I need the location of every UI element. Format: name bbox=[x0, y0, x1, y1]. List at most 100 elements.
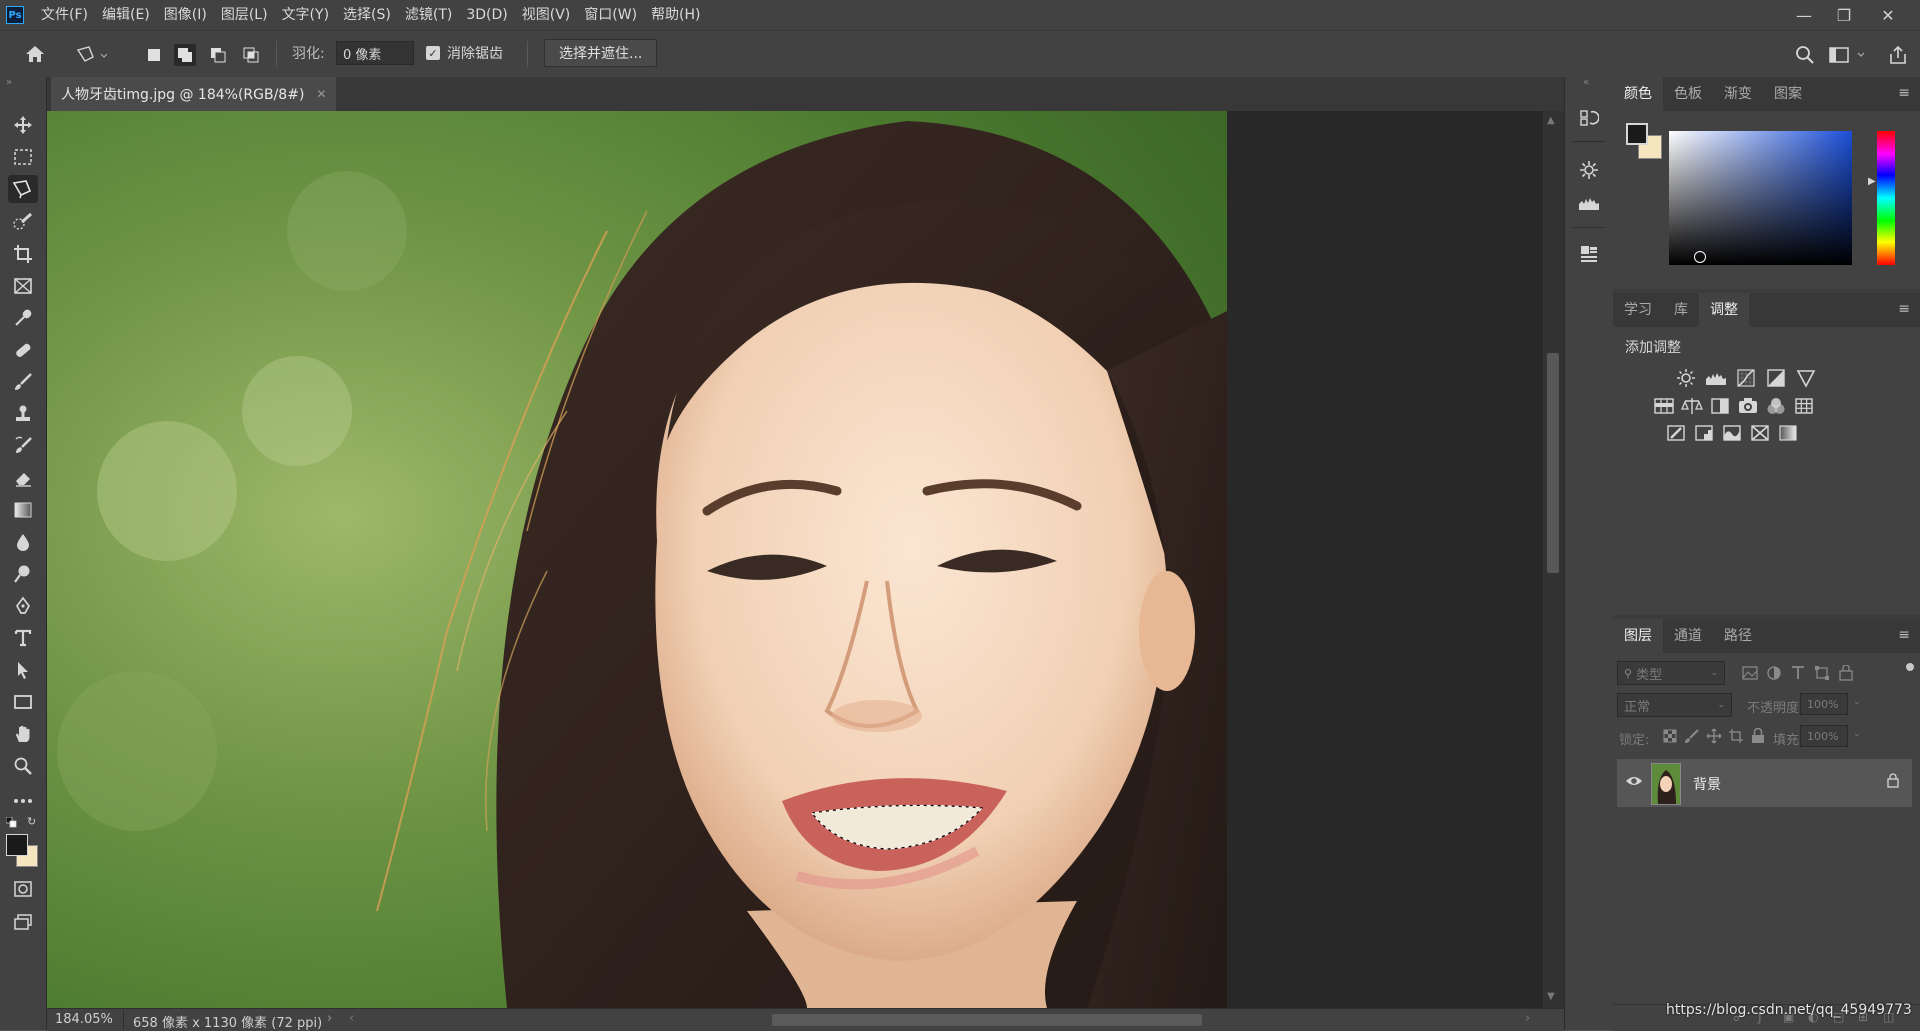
default-colors-icon[interactable] bbox=[5, 816, 17, 828]
close-tab-icon[interactable]: ✕ bbox=[316, 87, 326, 101]
hscroll-right-icon[interactable]: › bbox=[1525, 1011, 1530, 1026]
menu-file[interactable]: 文件(F) bbox=[34, 0, 95, 30]
lock-artboard-icon[interactable] bbox=[1725, 725, 1747, 747]
select-and-mask-button[interactable]: 选择并遮住... bbox=[544, 39, 658, 67]
quick-mask-icon[interactable] bbox=[8, 875, 38, 903]
layer-filter-select[interactable]: ⚲ 类型 ⌄ bbox=[1617, 661, 1725, 685]
antialias-checkbox[interactable]: ✓ bbox=[426, 46, 440, 60]
threshold-icon[interactable] bbox=[1721, 422, 1743, 444]
posterize-icon[interactable] bbox=[1693, 422, 1715, 444]
dodge-tool-icon[interactable] bbox=[8, 560, 38, 588]
tab-swatches[interactable]: 色板 bbox=[1663, 77, 1713, 111]
menu-edit[interactable]: 编辑(E) bbox=[95, 0, 157, 30]
screen-mode-icon[interactable] bbox=[8, 908, 38, 936]
blend-mode-select[interactable]: 正常 ⌄ bbox=[1617, 693, 1732, 717]
filter-pixel-icon[interactable] bbox=[1739, 662, 1761, 684]
tab-learn[interactable]: 学习 bbox=[1613, 293, 1663, 327]
opacity-dropdown-icon[interactable]: ⌄ bbox=[1853, 697, 1861, 707]
hue-slider-marker-icon[interactable]: ▶ bbox=[1868, 176, 1876, 187]
menu-filter[interactable]: 滤镜(T) bbox=[398, 0, 459, 30]
history-panel-icon[interactable] bbox=[1578, 107, 1600, 129]
document-image[interactable] bbox=[47, 111, 1543, 1008]
filter-type-icon[interactable] bbox=[1787, 662, 1809, 684]
vertical-scrollbar[interactable]: ▲ ▼ bbox=[1543, 111, 1564, 1008]
menu-help[interactable]: 帮助(H) bbox=[644, 0, 707, 30]
exposure-icon[interactable] bbox=[1765, 367, 1787, 389]
scroll-up-icon[interactable]: ▲ bbox=[1547, 115, 1555, 126]
polygonal-lasso-preset-icon[interactable] bbox=[74, 44, 108, 66]
tab-adjustments[interactable]: 调整 bbox=[1699, 293, 1749, 327]
menu-image[interactable]: 图像(I) bbox=[157, 0, 214, 30]
character-panel-icon[interactable] bbox=[1578, 243, 1600, 265]
properties-panel-icon[interactable] bbox=[1578, 159, 1600, 181]
menu-view[interactable]: 视图(V) bbox=[515, 0, 578, 30]
foreground-color-swatch[interactable] bbox=[6, 834, 28, 856]
color-field[interactable] bbox=[1669, 131, 1852, 265]
tab-channels[interactable]: 通道 bbox=[1663, 619, 1713, 653]
color-balance-icon[interactable] bbox=[1681, 395, 1703, 417]
fill-dropdown-icon[interactable]: ⌄ bbox=[1853, 729, 1861, 739]
new-selection-icon[interactable] bbox=[143, 44, 165, 66]
home-icon[interactable] bbox=[22, 41, 48, 67]
share-icon[interactable] bbox=[1886, 44, 1910, 66]
layer-row[interactable]: 背景 bbox=[1617, 759, 1912, 807]
minimize-icon[interactable]: — bbox=[1784, 0, 1824, 30]
scroll-down-icon[interactable]: ▼ bbox=[1547, 991, 1555, 1002]
photo-filter-icon[interactable] bbox=[1737, 395, 1759, 417]
frame-tool-icon[interactable] bbox=[8, 272, 38, 300]
add-to-selection-icon[interactable] bbox=[174, 44, 196, 66]
color-panel-menu-icon[interactable]: ≡ bbox=[1898, 85, 1910, 101]
gradient-tool-icon[interactable] bbox=[8, 496, 38, 524]
collapse-toolbar-icon[interactable]: » bbox=[6, 77, 12, 88]
history-brush-tool-icon[interactable] bbox=[8, 432, 38, 460]
filter-toggle-icon[interactable] bbox=[1906, 663, 1914, 671]
brush-tool-icon[interactable] bbox=[8, 368, 38, 396]
close-window-icon[interactable]: ✕ bbox=[1868, 0, 1908, 30]
zoom-readout[interactable]: 184.05% bbox=[55, 1012, 113, 1027]
feather-input[interactable]: 0 像素 bbox=[336, 41, 414, 65]
fill-input[interactable]: 100% bbox=[1800, 725, 1848, 747]
menu-layer[interactable]: 图层(L) bbox=[214, 0, 275, 30]
selective-color-icon[interactable] bbox=[1749, 422, 1771, 444]
quick-selection-tool-icon[interactable] bbox=[8, 208, 38, 236]
histogram-panel-icon[interactable] bbox=[1578, 192, 1600, 214]
gradient-map-icon[interactable] bbox=[1777, 422, 1799, 444]
hue-saturation-icon[interactable] bbox=[1653, 395, 1675, 417]
hscroll-left-icon[interactable]: ‹ bbox=[349, 1011, 354, 1026]
color-panel-foreground-swatch[interactable] bbox=[1626, 123, 1648, 145]
eraser-tool-icon[interactable] bbox=[8, 464, 38, 492]
zoom-tool-icon[interactable] bbox=[8, 752, 38, 780]
move-tool-icon[interactable] bbox=[8, 111, 38, 139]
restore-icon[interactable]: ❐ bbox=[1824, 0, 1864, 30]
layer-name[interactable]: 背景 bbox=[1693, 774, 1721, 794]
levels-icon[interactable] bbox=[1705, 367, 1727, 389]
subtract-from-selection-icon[interactable] bbox=[207, 44, 229, 66]
search-icon[interactable] bbox=[1792, 44, 1818, 66]
menu-select[interactable]: 选择(S) bbox=[336, 0, 398, 30]
layer-visibility-eye-icon[interactable] bbox=[1625, 774, 1643, 792]
invert-icon[interactable] bbox=[1665, 422, 1687, 444]
color-lookup-icon[interactable] bbox=[1793, 395, 1815, 417]
black-white-icon[interactable] bbox=[1709, 395, 1731, 417]
crop-tool-icon[interactable] bbox=[8, 240, 38, 268]
horizontal-scroll-thumb[interactable] bbox=[772, 1014, 1202, 1026]
menu-type[interactable]: 文字(Y) bbox=[275, 0, 336, 30]
pen-tool-icon[interactable] bbox=[8, 592, 38, 620]
channel-mixer-icon[interactable] bbox=[1765, 395, 1787, 417]
vibrance-icon[interactable] bbox=[1795, 367, 1817, 389]
path-selection-tool-icon[interactable] bbox=[8, 656, 38, 684]
tab-patterns[interactable]: 图案 bbox=[1763, 77, 1813, 111]
tab-libraries[interactable]: 库 bbox=[1663, 293, 1699, 327]
type-tool-icon[interactable] bbox=[8, 624, 38, 652]
layers-panel-menu-icon[interactable]: ≡ bbox=[1898, 627, 1910, 643]
lock-position-icon[interactable] bbox=[1703, 725, 1725, 747]
more-tools-icon[interactable] bbox=[8, 787, 38, 815]
tab-color[interactable]: 颜色 bbox=[1613, 77, 1663, 111]
hand-tool-icon[interactable] bbox=[8, 720, 38, 748]
polygonal-lasso-tool-icon[interactable] bbox=[8, 175, 38, 203]
rectangle-tool-icon[interactable] bbox=[8, 688, 38, 716]
filter-adjustment-icon[interactable] bbox=[1763, 662, 1785, 684]
filter-shape-icon[interactable] bbox=[1811, 662, 1833, 684]
document-tab[interactable]: 人物牙齿timg.jpg @ 184%(RGB/8#) ✕ bbox=[51, 77, 337, 111]
menu-window[interactable]: 窗口(W) bbox=[577, 0, 644, 30]
